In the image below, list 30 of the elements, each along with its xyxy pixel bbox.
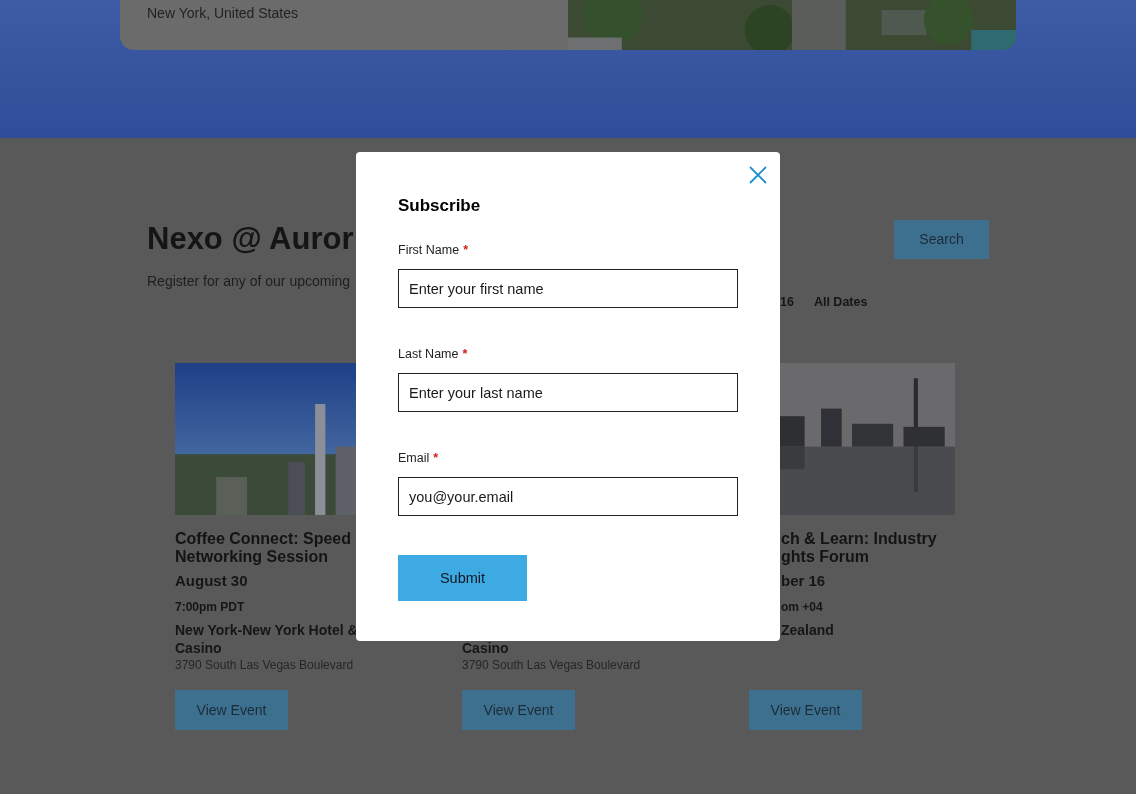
view-event-button[interactable]: View Event <box>462 690 575 730</box>
event-time: 7:00pm PDT <box>175 600 245 614</box>
view-event-button[interactable]: View Event <box>749 690 862 730</box>
required-asterisk: * <box>433 450 439 466</box>
event-title: ch & Learn: Industry ghts Forum <box>781 530 937 565</box>
date-filter[interactable]: 16 <box>780 295 794 309</box>
search-button[interactable]: Search <box>894 219 989 259</box>
input-field[interactable]: Enter your last name <box>398 373 738 412</box>
event-date: August 30 <box>175 572 248 589</box>
required-asterisk: * <box>463 242 468 258</box>
field-label: Email <box>398 450 430 466</box>
event-venue: Zealand <box>781 621 835 639</box>
field-label: First Name <box>398 242 460 258</box>
submit-button[interactable]: Submit <box>398 555 527 601</box>
input-field[interactable]: you@your.email <box>398 477 738 516</box>
event-venue: Casino <box>462 639 510 657</box>
field-label: Last Name <box>398 346 459 362</box>
close-icon[interactable] <box>749 166 767 184</box>
input-field[interactable]: Enter your first name <box>398 269 738 308</box>
event-time: om +04 <box>781 600 823 614</box>
dialog-title: Subscribe <box>398 196 482 216</box>
event-date: ber 16 <box>781 572 826 589</box>
location-text: New York, United States <box>147 5 298 21</box>
event-venue: New York-New York Hotel & Casino <box>175 621 359 657</box>
view-event-button[interactable]: View Event <box>175 690 288 730</box>
date-filter[interactable]: All Dates <box>813 295 868 309</box>
page-subtitle: Register for any of our upcoming <box>147 272 351 291</box>
page-heading: Nexo @ Auror <box>147 220 354 258</box>
event-title: Coffee Connect: Speed Networking Session <box>175 530 351 565</box>
required-asterisk: * <box>462 346 468 362</box>
